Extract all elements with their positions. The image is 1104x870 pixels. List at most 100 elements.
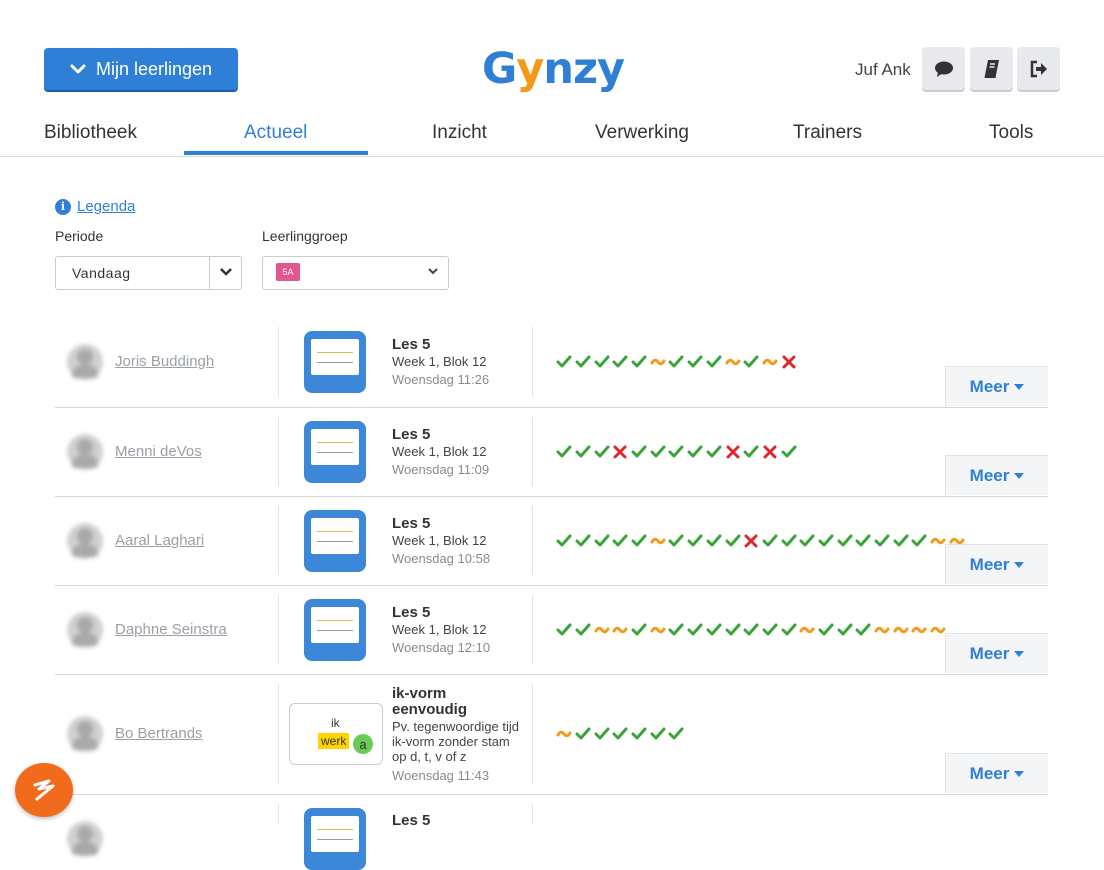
lesson-time: Woensdag 11:43 bbox=[392, 768, 490, 783]
lesson-thumbnail[interactable] bbox=[304, 808, 366, 870]
result-mark bbox=[761, 623, 780, 637]
check-icon bbox=[706, 623, 722, 636]
result-marks bbox=[555, 445, 798, 459]
check-icon bbox=[612, 534, 628, 547]
check-icon bbox=[594, 534, 610, 547]
result-mark bbox=[592, 534, 611, 548]
student-name[interactable]: Bo Bertrands bbox=[115, 725, 203, 742]
check-icon bbox=[874, 534, 890, 547]
result-mark bbox=[555, 534, 574, 548]
period-select[interactable]: Vandaag bbox=[55, 256, 242, 290]
caret-down-icon bbox=[1014, 770, 1025, 777]
cross-icon bbox=[763, 445, 777, 459]
lesson-thumbnail[interactable] bbox=[304, 331, 366, 393]
result-mark bbox=[910, 623, 929, 637]
result-mark bbox=[705, 355, 724, 369]
check-icon bbox=[706, 534, 722, 547]
partial-icon bbox=[893, 626, 909, 634]
result-mark bbox=[891, 534, 910, 548]
chevron-down-icon bbox=[70, 64, 86, 74]
result-mark bbox=[873, 623, 892, 637]
check-icon bbox=[725, 623, 741, 636]
gynzy-action-button[interactable] bbox=[15, 763, 73, 817]
result-mark bbox=[630, 534, 649, 548]
student-row: Menni deVos Les 5 Week 1, Blok 12 Woensdag … bbox=[55, 407, 1048, 497]
check-icon bbox=[612, 727, 628, 740]
legend-link[interactable]: Legenda bbox=[77, 198, 135, 215]
result-mark bbox=[611, 727, 630, 741]
result-mark bbox=[929, 534, 948, 548]
result-mark bbox=[611, 355, 630, 369]
tab-trainers[interactable]: Trainers bbox=[793, 122, 862, 144]
meer-button[interactable]: Meer bbox=[945, 633, 1048, 673]
tab-tools[interactable]: Tools bbox=[989, 122, 1033, 144]
check-icon bbox=[762, 623, 778, 636]
result-mark bbox=[592, 355, 611, 369]
partial-icon bbox=[930, 626, 946, 634]
partial-icon bbox=[949, 537, 965, 545]
meer-button[interactable]: Meer bbox=[945, 753, 1048, 793]
check-icon bbox=[594, 445, 610, 458]
check-icon bbox=[631, 445, 647, 458]
check-icon bbox=[668, 727, 684, 740]
thumb-a: a bbox=[353, 734, 373, 754]
result-mark bbox=[779, 445, 798, 459]
my-students-button[interactable]: Mijn leerlingen bbox=[44, 48, 238, 90]
meer-button[interactable]: Meer bbox=[945, 455, 1048, 495]
check-icon bbox=[687, 355, 703, 368]
meer-label: Meer bbox=[969, 643, 1010, 663]
meer-label: Meer bbox=[969, 763, 1010, 783]
meer-button[interactable]: Meer bbox=[945, 544, 1048, 584]
result-mark bbox=[835, 534, 854, 548]
tab-bibliotheek[interactable]: Bibliotheek bbox=[44, 122, 137, 144]
check-icon bbox=[837, 623, 853, 636]
gynzy-logo[interactable]: Gynzy bbox=[482, 44, 625, 94]
tab-inzicht[interactable]: Inzicht bbox=[432, 122, 487, 144]
result-mark bbox=[611, 445, 630, 459]
lesson-thumbnail[interactable]: ik werk a bbox=[289, 703, 383, 765]
caret-down-icon bbox=[1014, 650, 1025, 657]
result-mark bbox=[667, 534, 686, 548]
result-mark bbox=[817, 534, 836, 548]
tab-actueel[interactable]: Actueel bbox=[244, 122, 307, 144]
check-icon bbox=[687, 623, 703, 636]
student-name[interactable]: Menni deVos bbox=[115, 443, 202, 460]
check-icon bbox=[743, 623, 759, 636]
result-mark bbox=[574, 355, 593, 369]
result-mark bbox=[873, 534, 892, 548]
meer-button[interactable]: Meer bbox=[945, 366, 1048, 406]
logout-button[interactable] bbox=[1017, 47, 1060, 90]
user-name: Juf Ank bbox=[855, 60, 911, 79]
my-students-label: Mijn leerlingen bbox=[95, 58, 213, 79]
student-name[interactable]: Daphne Seinstra bbox=[115, 621, 227, 638]
group-select[interactable]: 5A bbox=[262, 256, 449, 290]
result-mark bbox=[835, 623, 854, 637]
lesson-subtitle: Week 1, Blok 12 bbox=[392, 354, 487, 369]
tab-verwerking[interactable]: Verwerking bbox=[595, 122, 689, 144]
result-mark bbox=[723, 445, 742, 459]
lesson-thumbnail[interactable] bbox=[304, 510, 366, 572]
lesson-title: Les 5 bbox=[392, 812, 431, 829]
lesson-time: Woensdag 11:09 bbox=[392, 462, 490, 477]
chat-button[interactable] bbox=[922, 47, 965, 90]
check-icon bbox=[668, 355, 684, 368]
meer-label: Meer bbox=[969, 465, 1010, 485]
partial-icon bbox=[650, 537, 666, 545]
result-mark bbox=[667, 355, 686, 369]
result-mark bbox=[686, 445, 705, 459]
lesson-title: Les 5 bbox=[392, 336, 431, 353]
student-name[interactable]: Aaral Laghari bbox=[115, 532, 204, 549]
partial-icon bbox=[725, 358, 741, 366]
check-icon bbox=[837, 534, 853, 547]
check-icon bbox=[668, 623, 684, 636]
lesson-thumbnail[interactable] bbox=[304, 421, 366, 483]
lesson-time: Woensdag 12:10 bbox=[392, 640, 491, 655]
book-button[interactable] bbox=[970, 47, 1013, 90]
student-name[interactable]: Joris Buddingh bbox=[115, 353, 214, 370]
result-mark bbox=[686, 623, 705, 637]
result-mark bbox=[910, 534, 929, 548]
lesson-thumbnail[interactable] bbox=[304, 599, 366, 661]
result-mark bbox=[574, 727, 593, 741]
cross-icon bbox=[613, 445, 627, 459]
cross-icon bbox=[782, 355, 796, 369]
